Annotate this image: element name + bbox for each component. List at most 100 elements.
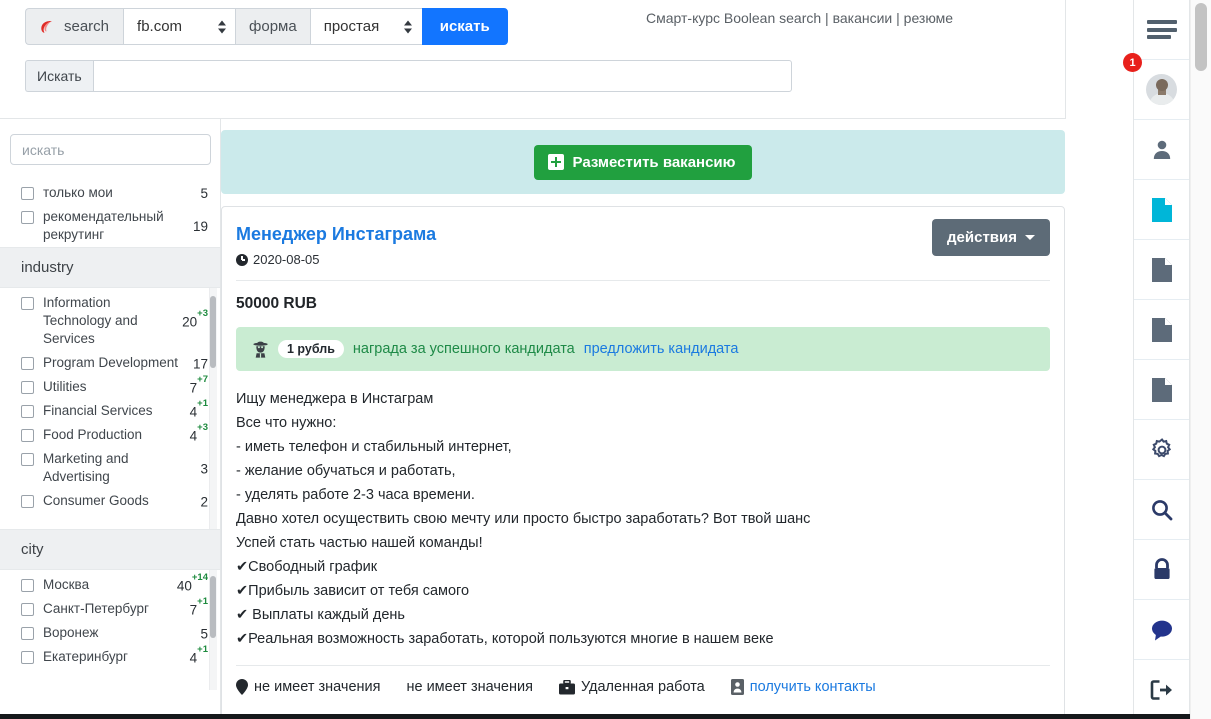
filter-option-food-production[interactable]: Food Production 4+3 — [0, 423, 220, 447]
description-line: ✔ Выплаты каждый день — [236, 603, 1050, 627]
filter-option-moscow[interactable]: Москва 40+14 — [0, 573, 220, 597]
filter-section-industry-list[interactable]: Information Technology and Services 20+3… — [0, 288, 220, 529]
plus-square-icon — [548, 154, 564, 170]
filter-option-count: 5 — [200, 625, 210, 642]
secondary-search-input[interactable] — [93, 60, 792, 92]
filter-option-it-services[interactable]: Information Technology and Services 20+3 — [0, 291, 220, 351]
search-submit-button[interactable]: искать — [422, 8, 508, 45]
red-crescent-logo-icon — [38, 18, 55, 35]
checkbox[interactable] — [21, 381, 34, 394]
clock-icon — [236, 254, 248, 266]
page-scrollbar-track[interactable] — [1190, 0, 1211, 719]
source-select-value: fb.com — [137, 18, 182, 35]
description-line: Ищу менеджера в Инстаграм — [236, 387, 1050, 411]
gear-icon — [1150, 438, 1174, 462]
reward-text: награда за успешного кандидата — [353, 341, 575, 357]
rail-item-privacy[interactable] — [1134, 540, 1189, 600]
checkbox[interactable] — [21, 429, 34, 442]
form-select-value: простая — [324, 18, 379, 35]
checkbox[interactable] — [21, 495, 34, 508]
top-header: search fb.com форма простая искать Смарт… — [0, 0, 1066, 119]
filter-option-only-mine[interactable]: только мои 5 — [0, 181, 220, 205]
filter-option-count: 3 — [200, 460, 210, 477]
divider — [236, 280, 1050, 281]
filter-search-input[interactable] — [10, 134, 211, 165]
lock-icon — [1151, 558, 1173, 582]
description-line: Все что нужно: — [236, 411, 1050, 435]
post-job-button[interactable]: Разместить вакансию — [534, 145, 753, 180]
filter-option-count: 17 — [193, 355, 210, 372]
filter-option-financial-services[interactable]: Financial Services 4+1 — [0, 399, 220, 423]
contact-card-icon — [731, 679, 744, 695]
filter-option-marketing-advertising[interactable]: Marketing and Advertising 3 — [0, 447, 220, 489]
rail-item-menu[interactable] — [1134, 0, 1189, 60]
description-line: ✔Прибыль зависит от тебя самого — [236, 579, 1050, 603]
right-icon-rail: 1 — [1133, 0, 1190, 719]
filter-option-label: Program Development — [43, 354, 193, 372]
source-select[interactable]: fb.com — [123, 8, 235, 45]
filter-option-label: Information Technology and Services — [43, 294, 182, 348]
description-line: Давно хотел осуществить свою мечту или п… — [236, 507, 1050, 531]
hamburger-menu-icon[interactable] — [1147, 20, 1177, 39]
filter-option-ekaterinburg[interactable]: Екатеринбург 4+1 — [0, 645, 220, 669]
filters-sidebar: только мои 5 рекомендательный рекрутинг … — [0, 119, 221, 719]
actions-dropdown-button[interactable]: действия — [932, 219, 1050, 256]
document-active-icon — [1152, 198, 1172, 222]
chevron-down-icon — [1025, 235, 1035, 240]
bottom-edge — [0, 714, 1190, 719]
filter-option-label: Екатеринбург — [43, 648, 190, 666]
post-job-banner: Разместить вакансию — [221, 130, 1065, 194]
rail-item-messages[interactable] — [1134, 600, 1189, 660]
job-title-link[interactable]: Менеджер Инстаграма — [236, 223, 436, 245]
filter-option-voronezh[interactable]: Воронеж 5 — [0, 621, 220, 645]
filter-option-count: 5 — [200, 186, 210, 201]
page-scrollbar-thumb[interactable] — [1195, 3, 1207, 71]
filter-option-count: 4+1 — [190, 649, 210, 666]
rail-item-search[interactable] — [1134, 480, 1189, 540]
job-location: не имеет значения — [236, 679, 380, 695]
form-select[interactable]: простая — [310, 8, 422, 45]
filter-option-label: Financial Services — [43, 402, 190, 420]
document-icon — [1152, 318, 1172, 342]
filter-option-label: Москва — [43, 576, 177, 594]
suggest-candidate-link[interactable]: предложить кандидата — [584, 341, 739, 357]
filter-option-referral-recruiting[interactable]: рекомендательный рекрутинг 19 — [0, 205, 220, 247]
document-icon — [1152, 258, 1172, 282]
checkbox[interactable] — [21, 187, 34, 200]
checkbox[interactable] — [21, 211, 34, 224]
rail-item-settings[interactable] — [1134, 420, 1189, 480]
checkbox[interactable] — [21, 453, 34, 466]
select-updown-icon — [404, 19, 413, 34]
rail-item-document-active[interactable] — [1134, 180, 1189, 240]
filter-option-consumer-goods[interactable]: Consumer Goods 2 — [0, 489, 220, 513]
filter-option-count: 4+3 — [190, 427, 210, 444]
checkbox[interactable] — [21, 405, 34, 418]
promo-links[interactable]: Смарт-курс Boolean search | вакансии | р… — [646, 10, 953, 26]
rail-item-document-1[interactable] — [1134, 240, 1189, 300]
description-line: - уделять работе 2-3 часа времени. — [236, 483, 1050, 507]
checkbox[interactable] — [21, 627, 34, 640]
checkbox[interactable] — [21, 603, 34, 616]
filter-option-program-development[interactable]: Program Development 17 — [0, 351, 220, 375]
filter-option-saint-petersburg[interactable]: Санкт-Петербург 7+1 — [0, 597, 220, 621]
rail-item-document-2[interactable] — [1134, 300, 1189, 360]
checkbox[interactable] — [21, 579, 34, 592]
rail-item-person[interactable] — [1134, 120, 1189, 180]
filter-option-label: Consumer Goods — [43, 492, 200, 510]
checkbox[interactable] — [21, 651, 34, 664]
user-avatar-icon[interactable] — [1146, 74, 1177, 105]
notification-badge[interactable]: 1 — [1123, 53, 1142, 72]
filter-section-city-list[interactable]: Москва 40+14 Санкт-Петербург 7+1 Воронеж… — [0, 570, 220, 690]
checkbox[interactable] — [21, 297, 34, 310]
search-form: search fb.com форма простая искать — [25, 8, 508, 45]
filter-option-utilities[interactable]: Utilities 7+7 — [0, 375, 220, 399]
rail-item-document-3[interactable] — [1134, 360, 1189, 420]
get-contacts-link[interactable]: получить контакты — [750, 679, 876, 695]
job-experience: не имеет значения — [406, 679, 532, 695]
checkbox[interactable] — [21, 357, 34, 370]
job-contacts[interactable]: получить контакты — [731, 679, 876, 695]
description-line: Успей стать частью нашей команды! — [236, 531, 1050, 555]
reward-amount-pill: 1 рубль — [278, 340, 344, 358]
rail-item-profile[interactable]: 1 — [1134, 60, 1189, 120]
rail-item-logout[interactable] — [1134, 660, 1189, 719]
